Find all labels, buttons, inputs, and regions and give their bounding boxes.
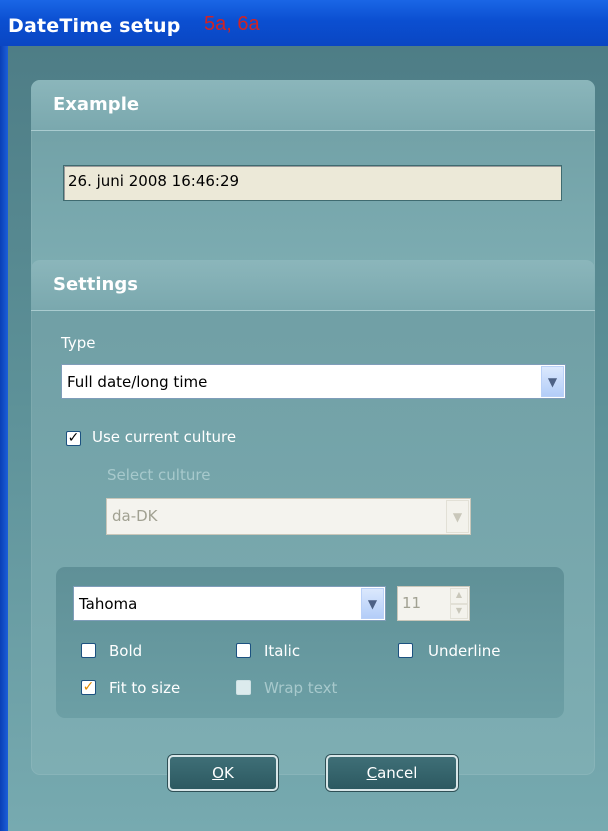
cancel-button[interactable]: Cancel (326, 755, 458, 791)
underline-label: Underline (428, 642, 501, 660)
wrap-text-checkbox[interactable] (236, 680, 251, 695)
stepper-arrows[interactable]: ▲ ▼ (450, 588, 468, 619)
italic-label: Italic (264, 642, 301, 660)
example-title: Example (53, 94, 140, 115)
window-frame-left (0, 46, 8, 831)
cancel-label-rest: ancel (377, 764, 418, 782)
bold-checkbox[interactable] (81, 643, 96, 658)
wrap-text-label: Wrap text (264, 679, 338, 697)
chevron-down-icon[interactable]: ▼ (361, 588, 384, 619)
title-bar[interactable]: DateTime setup 5a, 6a (0, 0, 608, 46)
chevron-down-icon[interactable]: ▼ (541, 366, 564, 397)
ok-mnemonic: O (212, 764, 224, 782)
type-select-value: Full date/long time (67, 373, 208, 391)
settings-title: Settings (53, 274, 138, 295)
chevron-down-icon: ▼ (446, 500, 469, 533)
chevron-down-icon[interactable]: ▼ (450, 603, 468, 619)
font-family-value: Tahoma (79, 595, 138, 613)
check-icon: ✓ (67, 430, 80, 446)
bold-label: Bold (109, 642, 143, 660)
underline-checkbox[interactable] (398, 643, 413, 658)
font-settings-box: Tahoma ▼ 11 ▲ ▼ Bold Italic Underline ✓ … (56, 567, 564, 718)
window-title: DateTime setup (8, 15, 181, 37)
culture-select[interactable]: da-DK ▼ (106, 498, 471, 535)
fit-to-size-label: Fit to size (109, 679, 181, 697)
use-current-culture-checkbox[interactable]: ✓ (66, 431, 81, 446)
fit-to-size-checkbox[interactable]: ✓ (81, 680, 96, 695)
cancel-mnemonic: C (366, 764, 378, 782)
font-family-select[interactable]: Tahoma ▼ (73, 586, 386, 621)
ok-label-rest: K (223, 764, 234, 782)
dialog-client-area: Example 26. juni 2008 16:46:29 Settings … (8, 46, 608, 831)
font-size-value: 11 (402, 594, 422, 612)
settings-panel-header: Settings (31, 260, 595, 311)
font-size-stepper[interactable]: 11 ▲ ▼ (397, 586, 470, 621)
select-culture-label: Select culture (107, 466, 211, 484)
example-output-field: 26. juni 2008 16:46:29 (63, 165, 562, 201)
example-panel-header: Example (31, 80, 595, 131)
ok-button[interactable]: OK (168, 755, 278, 791)
chevron-up-icon[interactable]: ▲ (450, 588, 468, 604)
culture-select-value: da-DK (112, 507, 158, 525)
type-select[interactable]: Full date/long time ▼ (61, 364, 566, 399)
type-label: Type (61, 334, 96, 352)
check-icon: ✓ (82, 679, 95, 695)
use-current-culture-label: Use current culture (92, 428, 237, 446)
italic-checkbox[interactable] (236, 643, 251, 658)
window-title-annotation: 5a, 6a (204, 13, 260, 35)
